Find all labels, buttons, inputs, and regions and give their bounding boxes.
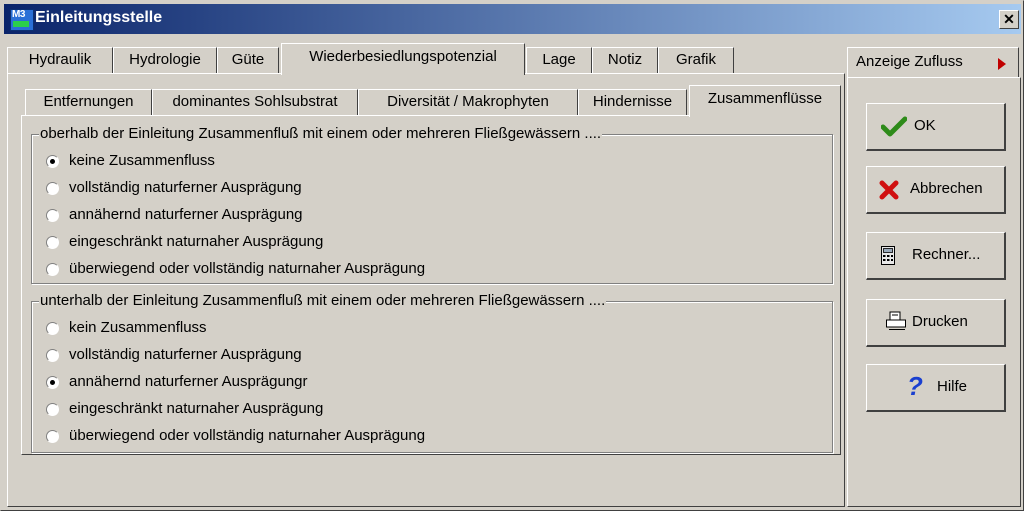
tab-lage[interactable]: Lage [526,47,592,73]
radio-button[interactable] [46,155,59,168]
ok-button[interactable]: OK [866,103,1006,151]
ok-button-label: OK [914,117,936,134]
tab-wiederbesiedlungspotenzial[interactable]: Wiederbesiedlungspotenzial [281,43,525,75]
tab-anzeige-zufluss[interactable]: Anzeige Zufluss [847,47,1019,79]
anzeige-zufluss-label: Anzeige Zufluss [856,53,963,70]
printer-icon [886,311,906,330]
window-title: Einleitungsstelle [35,9,163,26]
triangle-right-icon [998,58,1006,70]
tab-notiz[interactable]: Notiz [592,47,658,73]
subtab-hindernisse[interactable]: Hindernisse [578,89,687,115]
calculator-button[interactable]: Rechner... [866,232,1006,280]
print-button[interactable]: Drucken [866,299,1006,347]
x-icon [879,180,899,200]
help-button-label: Hilfe [937,378,968,395]
radio-button[interactable] [46,376,59,389]
radio-button[interactable] [46,349,59,362]
title-bar[interactable]: M3 Einleitungsstelle ✕ [4,4,1021,34]
group-downstream-legend: unterhalb der Einleitung Zusammenfluß mi… [39,292,607,309]
radio-button[interactable] [46,182,59,195]
subtab-zusammenfluesse[interactable]: Zusammenflüsse [689,85,841,117]
app-icon: M3 [10,9,34,31]
radio-button[interactable] [46,236,59,249]
subtab-sohlsubstrat[interactable]: dominantes Sohlsubstrat [152,89,358,115]
subtab-diversitaet[interactable]: Diversität / Makrophyten [358,89,578,115]
print-button-label: Drucken [912,313,968,330]
help-button[interactable]: ? Hilfe [866,364,1006,412]
subtab-entfernungen[interactable]: Entfernungen [25,89,152,115]
cancel-button[interactable]: Abbrechen [866,166,1006,214]
radio-button[interactable] [46,209,59,222]
radio-button[interactable] [46,322,59,335]
calculator-icon [881,246,895,265]
tab-guete[interactable]: Güte [217,47,279,73]
group-upstream-legend: oberhalb der Einleitung Zusammenfluß mit… [39,125,603,142]
tab-hydraulik[interactable]: Hydraulik [7,47,113,73]
dialog-window: M3 Einleitungsstelle ✕ Hydraulik Hydrolo… [0,0,1024,511]
cancel-button-label: Abbrechen [910,180,983,197]
question-icon: ? [907,371,923,401]
radio-button[interactable] [46,430,59,443]
tab-hydrologie[interactable]: Hydrologie [113,47,217,73]
radio-button[interactable] [46,403,59,416]
tab-grafik[interactable]: Grafik [658,47,734,73]
calculator-button-label: Rechner... [912,246,981,263]
radio-button[interactable] [46,263,59,276]
checkmark-icon [881,116,907,137]
close-button[interactable]: ✕ [999,10,1019,29]
